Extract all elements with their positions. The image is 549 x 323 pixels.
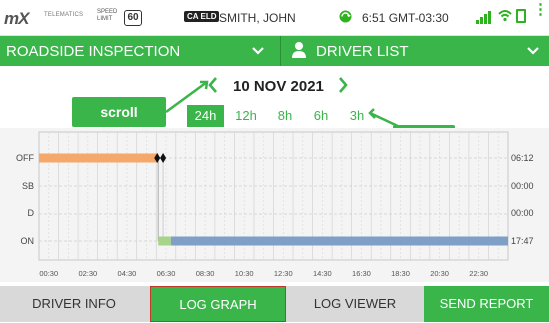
x-tick-label: 22:30 xyxy=(469,269,488,278)
x-tick-label: 08:30 xyxy=(196,269,215,278)
tab-driver-info[interactable]: DRIVER INFO xyxy=(0,286,148,322)
duty-segment-on xyxy=(158,236,171,246)
scroll-callout: scroll xyxy=(72,97,166,127)
x-tick-label: 06:30 xyxy=(157,269,176,278)
x-tick-label: 18:30 xyxy=(391,269,410,278)
tab-log-viewer[interactable]: LOG VIEWER xyxy=(288,286,422,322)
tab-log-graph[interactable]: LOG GRAPH xyxy=(150,286,286,322)
x-tick-label: 12:30 xyxy=(274,269,293,278)
bottom-tab-bar: DRIVER INFO LOG GRAPH LOG VIEWER SEND RE… xyxy=(0,286,549,322)
log-graph-canvas: 00:30 02:30 04:30 06:30 08:30 10:30 12:30 14:30… xyxy=(38,131,509,278)
x-tick-label: 20:30 xyxy=(430,269,449,278)
x-tick-label: 14:30 xyxy=(313,269,332,278)
x-tick-label: 00:30 xyxy=(39,269,58,278)
x-tick-label: 04:30 xyxy=(118,269,137,278)
send-report-button[interactable]: SEND REPORT xyxy=(424,286,549,322)
x-tick-label: 16:30 xyxy=(352,269,371,278)
duty-segment-off xyxy=(39,153,159,163)
x-tick-label: 10:30 xyxy=(235,269,254,278)
duty-segment-on xyxy=(170,236,508,246)
log-graph[interactable]: OFF SB D ON 06:12 00:00 00:00 17:47 00:3… xyxy=(0,128,549,282)
x-tick-label: 02:30 xyxy=(78,269,97,278)
